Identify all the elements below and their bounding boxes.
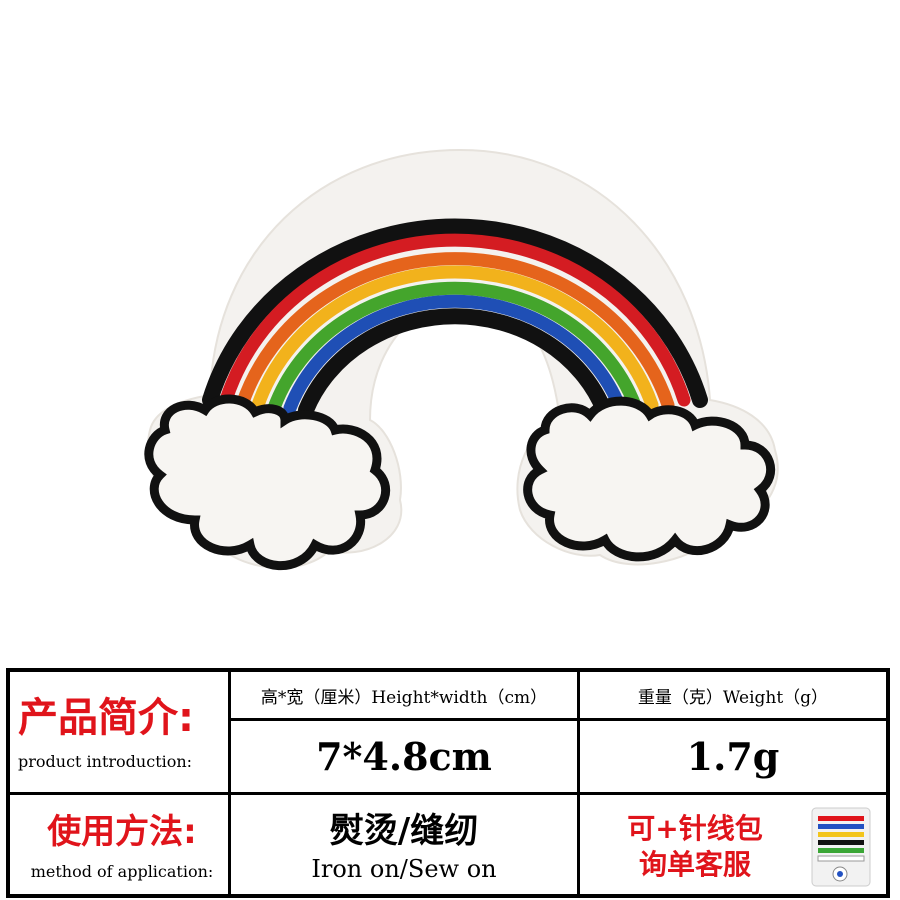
method-value-en: Iron on/Sew on xyxy=(311,854,497,883)
intro-label-en: product introduction: xyxy=(18,751,193,771)
size-header: 高*宽（厘米）Height*width（cm） xyxy=(260,687,548,708)
extra-line-2: 询单客服 xyxy=(638,847,751,881)
method-label-en: method of application: xyxy=(30,862,214,881)
right-cloud xyxy=(523,396,776,562)
sewing-kit-icon xyxy=(811,807,871,887)
method-value-cn: 熨烫/缝纫 xyxy=(329,810,479,851)
size-value: 7*4.8cm xyxy=(316,734,492,779)
rainbow-patch-image xyxy=(144,148,779,571)
weight-header: 重量（克）Weight（g） xyxy=(637,687,829,708)
method-label-cn: 使用方法: xyxy=(47,812,197,852)
product-info-table: 产品简介: product introduction: 高*宽（厘米）Heigh… xyxy=(6,668,890,898)
weight-value: 1.7g xyxy=(686,734,780,779)
intro-label-cn: 产品简介: xyxy=(18,694,194,741)
extra-line-1: 可+针线包 xyxy=(627,811,763,845)
